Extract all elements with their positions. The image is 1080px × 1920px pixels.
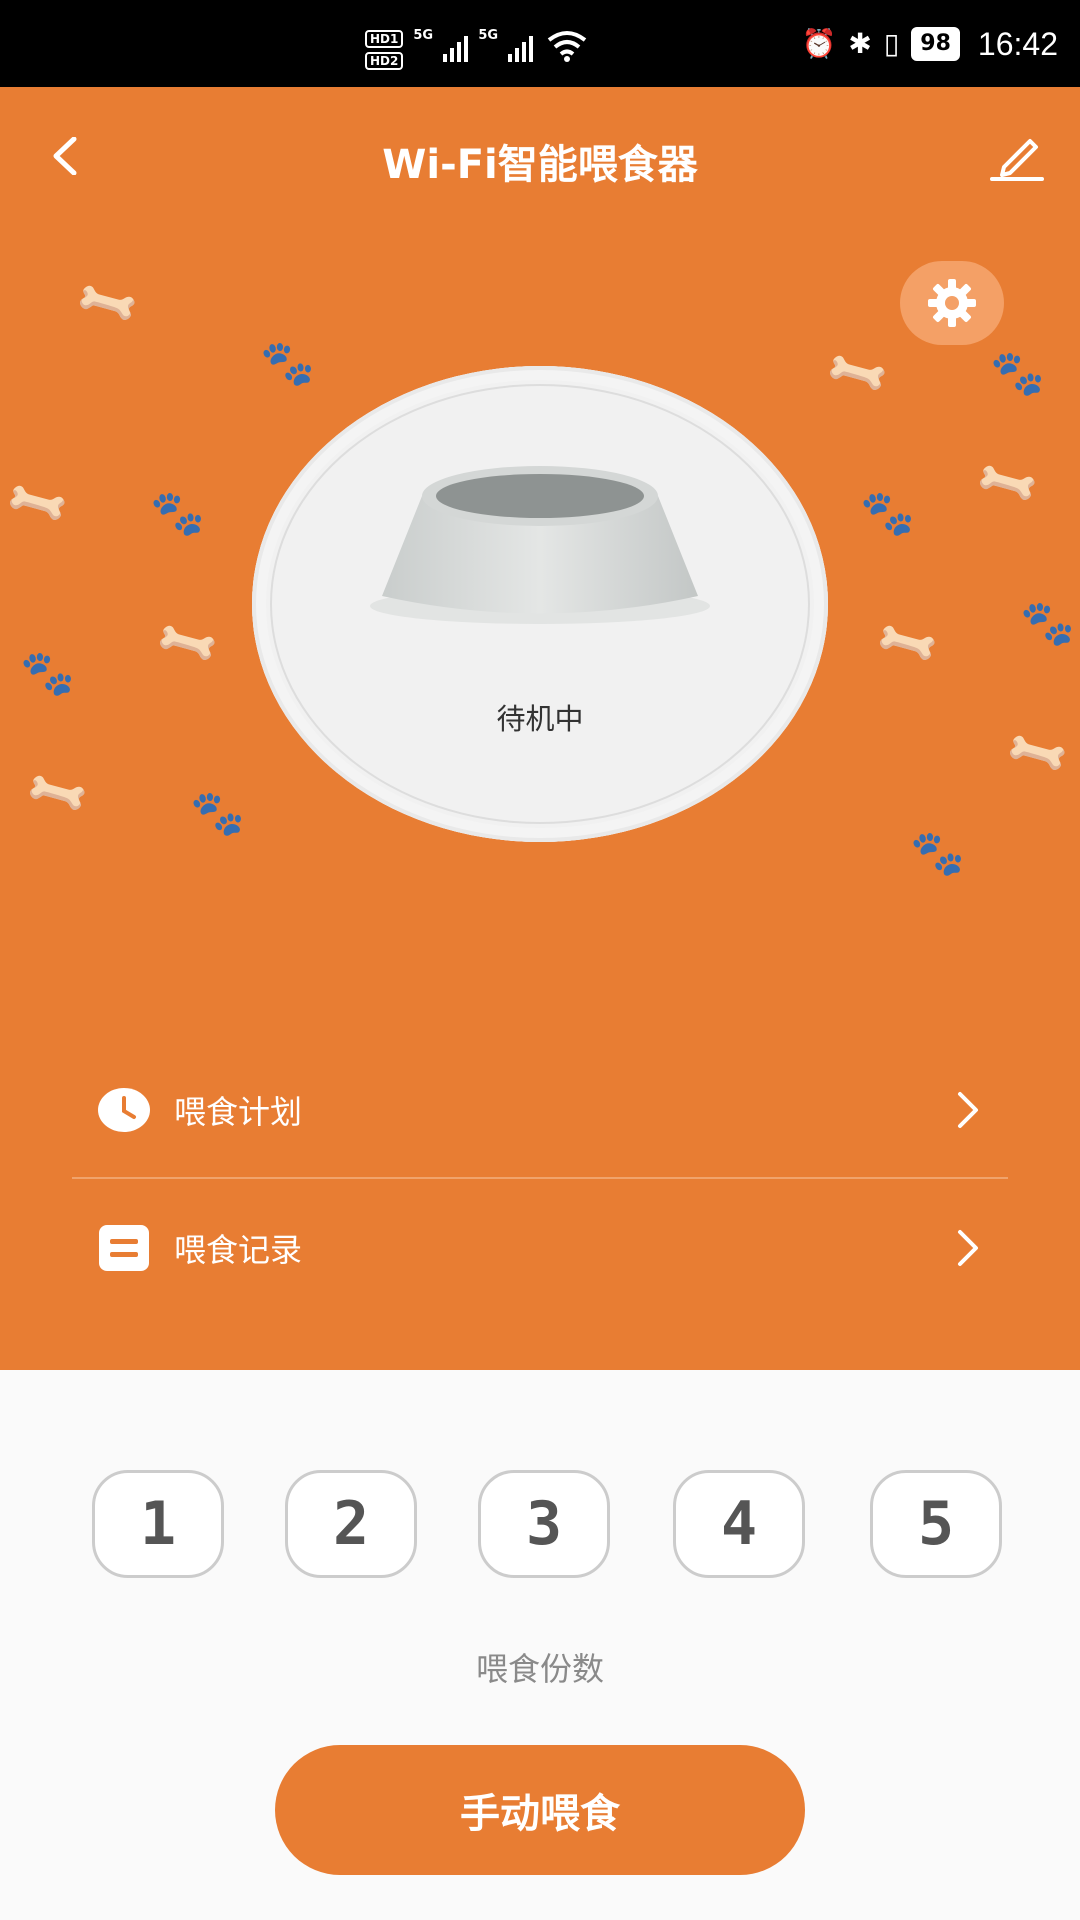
menu-item-feeding-record[interactable]: 喂食记录 [72, 1188, 1008, 1308]
feeder-status-display: 待机中 [252, 366, 828, 842]
page-title: Wi-Fi智能喂食器 [382, 142, 698, 188]
clock-time: 16:42 [977, 25, 1058, 62]
hd-indicator: HD1 HD2 [365, 30, 404, 70]
bone-decoration-icon: 🦴 [1001, 717, 1075, 790]
battery-level: 98 [911, 27, 960, 61]
menu-label-feeding-plan: 喂食计划 [174, 1093, 303, 1131]
portion-option[interactable]: 1 [92, 1470, 224, 1578]
edit-icon[interactable] [990, 133, 1044, 181]
paw-decoration-icon: 🐾 [910, 828, 965, 879]
bone-decoration-icon: 🦴 [971, 447, 1045, 520]
bone-decoration-icon: 🦴 [821, 337, 895, 410]
chevron-right-icon [958, 1092, 978, 1128]
gear-icon [928, 279, 976, 327]
bone-decoration-icon: 🦴 [71, 267, 145, 340]
paw-decoration-icon: 🐾 [20, 648, 75, 699]
status-right: ⏰ ✱ ▯ 98 16:42 [802, 24, 1058, 64]
device-panel: 🦴 🐾 🦴 🐾 🦴 🐾 🦴 🐾 🦴 🐾 🦴 🐾 🦴 🐾 🦴 🐾 Wi-Fi智能喂… [0, 87, 1080, 1370]
bone-decoration-icon: 🦴 [21, 757, 95, 830]
portion-option[interactable]: 3 [478, 1470, 610, 1578]
menu-label-feeding-record: 喂食记录 [174, 1231, 303, 1269]
bone-decoration-icon: 🦴 [151, 607, 225, 680]
paw-decoration-icon: 🐾 [1020, 598, 1075, 649]
portion-option[interactable]: 4 [673, 1470, 805, 1578]
chevron-right-icon [958, 1230, 978, 1266]
list-icon [98, 1222, 150, 1274]
paw-decoration-icon: 🐾 [190, 788, 245, 839]
manual-feed-button[interactable]: 手动喂食 [275, 1745, 805, 1875]
signal-indicators: HD1 HD2 5G 5G [365, 28, 587, 70]
hd1-label: HD1 [365, 30, 404, 48]
status-bar: HD1 HD2 5G 5G ⏰ ✱ ▯ 98 16:42 [0, 0, 1080, 87]
sim1-type: 5G [413, 28, 434, 43]
bone-decoration-icon: 🦴 [1, 467, 75, 540]
bone-decoration-icon: 🦴 [871, 607, 945, 680]
sim1-signal-icon: 5G [413, 28, 469, 62]
bowl-icon [370, 466, 710, 624]
portion-option[interactable]: 2 [285, 1470, 417, 1578]
wifi-icon [548, 31, 587, 62]
top-app-bar: Wi-Fi智能喂食器 [0, 87, 1080, 227]
sim2-type: 5G [478, 28, 499, 43]
paw-decoration-icon: 🐾 [860, 488, 915, 539]
device-status: 待机中 [496, 702, 584, 736]
portion-option[interactable]: 5 [870, 1470, 1002, 1578]
paw-decoration-icon: 🐾 [150, 488, 205, 539]
alarm-icon: ⏰ [801, 27, 837, 60]
menu-item-feeding-plan[interactable]: 喂食计划 [72, 1050, 1008, 1170]
paw-decoration-icon: 🐾 [990, 348, 1045, 399]
portion-selector[interactable]: 1 2 3 4 5 [0, 1468, 1080, 1584]
bluetooth-icon: ✱ [848, 27, 872, 60]
hd2-label: HD2 [365, 52, 404, 70]
settings-button[interactable] [900, 261, 1004, 345]
sim2-signal-icon: 5G [478, 28, 534, 62]
clock-icon [98, 1084, 150, 1136]
menu-divider [72, 1177, 1008, 1179]
vibrate-icon: ▯ [883, 27, 900, 60]
portion-label: 喂食份数 [475, 1650, 604, 1688]
paw-decoration-icon: 🐾 [260, 338, 315, 389]
